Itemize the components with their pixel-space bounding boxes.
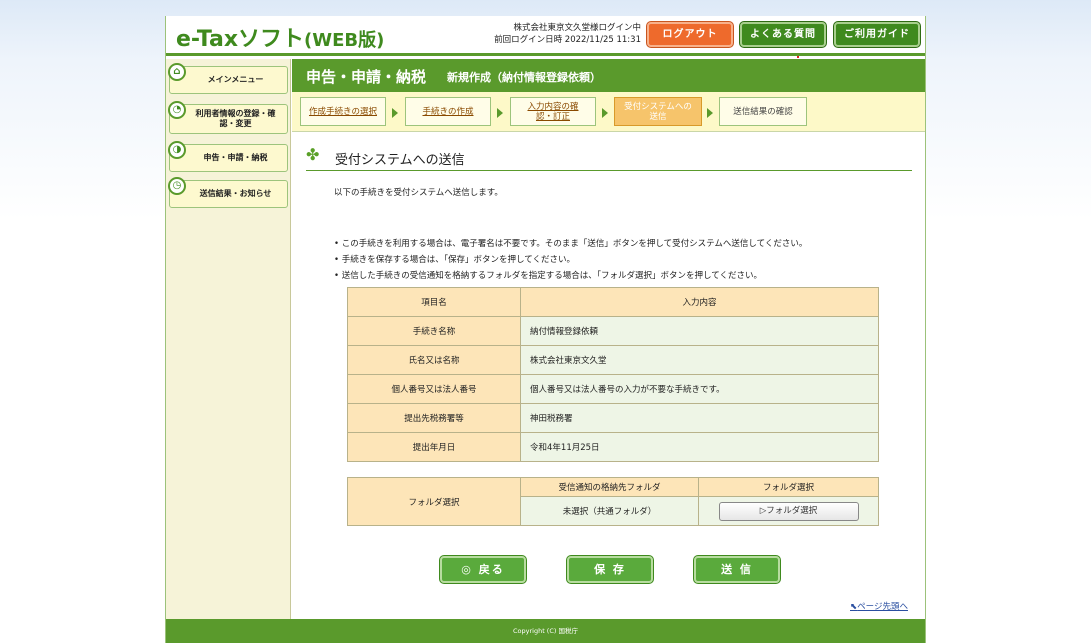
page-title-bar: 申告・申請・納税 新規作成（納付情報登録依頼） (292, 59, 925, 92)
step-select-procedure[interactable]: 作成手続きの選択 (300, 97, 386, 126)
row-key: 氏名又は名称 (347, 345, 521, 375)
intro-text: 以下の手続きを受付システムへ送信します。 (334, 188, 503, 198)
user-icon: ◔ (168, 101, 186, 119)
save-button[interactable]: 保 存 (567, 556, 653, 583)
procedure-info-table: 項目名 入力内容 手続き名称 納付情報登録依頼 氏名又は名称 株式会社東京文久堂… (347, 287, 879, 462)
folder-value: 未選択（共通フォルダ） (520, 496, 699, 526)
last-login: 前回ログイン日時 2022/11/25 11:31 (494, 35, 641, 45)
step-navigation: 作成手続きの選択 手続きの作成 入力内容の確認・訂正 受付システムへの送信 送信… (292, 92, 925, 132)
list-item: 送信した手続きの受信通知を格納するフォルダを指定する場合は、「フォルダ選択」ボタ… (334, 268, 807, 284)
folder-select-button[interactable]: ▷フォルダ選択 (718, 501, 859, 521)
back-button[interactable]: ◎ 戻る (440, 556, 526, 583)
last-login-value: 2022/11/25 11:31 (564, 35, 641, 45)
folder-column-header: 受信通知の格納先フォルダ (520, 477, 699, 497)
select-column-header: フォルダ選択 (698, 477, 879, 497)
sidebar-item-main-menu[interactable]: ⌂ メインメニュー (168, 63, 288, 94)
page-subtitle: 新規作成（納付情報登録依頼） (447, 71, 601, 84)
sidebar-item-label: メインメニュー (207, 75, 264, 84)
send-button[interactable]: 送 信 (694, 556, 780, 583)
clock-icon: ◷ (168, 177, 186, 195)
step-arrow-icon (392, 108, 398, 118)
instruction-list: この手続きを利用する場合は、電子署名は不要です。そのまま「送信」ボタンを押して受… (334, 236, 808, 284)
table-row: 氏名又は名称 株式会社東京文久堂 (347, 345, 879, 375)
row-value: 納付情報登録依頼 (520, 316, 879, 346)
sidebar-item-label: 申告・申請・納税 (203, 153, 268, 162)
page-top-link[interactable]: ⬉ページ先頭へ (850, 600, 908, 612)
header-input-content: 入力内容 (520, 287, 879, 317)
row-key: 提出先税務署等 (347, 403, 521, 433)
row-value: 令和4年11月25日 (520, 432, 879, 462)
step-arrow-icon (602, 108, 608, 118)
row-value: 株式会社東京文久堂 (520, 345, 879, 375)
table-header-row: 項目名 入力内容 (347, 287, 879, 317)
row-value: 神田税務署 (520, 403, 879, 433)
step-send-to-reception: 受付システムへの送信 (614, 97, 702, 126)
etax-logo: e-Taxソフト(WEB版) (176, 21, 384, 53)
sidebar: ⌂ メインメニュー ◔ 利用者情報の登録・確認・変更 ◑ 申告・申請・納税 ◷ … (166, 59, 291, 619)
app-frame: e-Taxソフト(WEB版) 株式会社東京文久堂様ログイン中 前回ログイン日時 … (165, 16, 926, 643)
section-heading: ✤ 受付システムへの送信 (306, 144, 912, 171)
clover-icon: ✤ (306, 145, 320, 164)
document-icon: ◑ (168, 141, 186, 159)
folder-select-label: フォルダ選択 (347, 477, 521, 526)
footer: Copyright (C) 国税庁 (166, 619, 925, 643)
user-info: 株式会社東京文久堂様ログイン中 前回ログイン日時 2022/11/25 11:3… (451, 22, 641, 46)
marker-dot (797, 56, 799, 58)
page-title: 申告・申請・納税 (306, 68, 427, 86)
sidebar-item-label: 利用者情報の登録・確認・変更 (195, 109, 276, 128)
user-guide-button[interactable]: ご利用ガイド (834, 22, 920, 47)
row-key: 個人番号又は法人番号 (347, 374, 521, 404)
logged-in-user: 株式会社東京文久堂様ログイン中 (513, 23, 641, 33)
sidebar-item-results[interactable]: ◷ 送信結果・お知らせ (168, 177, 288, 208)
home-icon: ⌂ (168, 63, 186, 81)
row-key: 提出年月日 (347, 432, 521, 462)
header: e-Taxソフト(WEB版) 株式会社東京文久堂様ログイン中 前回ログイン日時 … (166, 16, 925, 58)
step-confirm-input[interactable]: 入力内容の確認・訂正 (510, 97, 596, 126)
header-item-name: 項目名 (347, 287, 521, 317)
logo-version: (WEB版) (304, 30, 385, 51)
table-row: 手続き名称 納付情報登録依頼 (347, 316, 879, 346)
list-item: この手続きを利用する場合は、電子署名は不要です。そのまま「送信」ボタンを押して受… (334, 236, 808, 252)
section-title: 受付システムへの送信 (335, 153, 465, 168)
list-item: 手続きを保存する場合は、「保存」ボタンを押してください。 (334, 252, 807, 268)
row-key: 手続き名称 (347, 316, 521, 346)
sidebar-item-filing[interactable]: ◑ 申告・申請・納税 (168, 141, 288, 172)
main-content: 申告・申請・納税 新規作成（納付情報登録依頼） 作成手続きの選択 手続きの作成 … (292, 59, 925, 619)
faq-button[interactable]: よくある質問 (740, 22, 826, 47)
step-arrow-icon (497, 108, 503, 118)
sidebar-item-label: 送信結果・お知らせ (199, 189, 272, 198)
step-create-procedure[interactable]: 手続きの作成 (405, 97, 491, 126)
logo-main: e-Taxソフト (176, 27, 305, 52)
table-row: 個人番号又は法人番号 個人番号又は法人番号の入力が不要な手続きです。 (347, 374, 879, 404)
table-row: 提出先税務署等 神田税務署 (347, 403, 879, 433)
sidebar-item-user-info[interactable]: ◔ 利用者情報の登録・確認・変更 (168, 101, 288, 134)
folder-button-cell: ▷フォルダ選択 (698, 496, 879, 526)
folder-select-table: フォルダ選択 受信通知の格納先フォルダ フォルダ選択 未選択（共通フォルダ） ▷… (347, 477, 879, 526)
step-arrow-icon (707, 108, 713, 118)
table-row: 提出年月日 令和4年11月25日 (347, 432, 879, 462)
table-row: フォルダ選択 受信通知の格納先フォルダ フォルダ選択 (347, 477, 879, 526)
logout-button[interactable]: ログアウト (647, 22, 733, 47)
step-confirm-result: 送信結果の確認 (719, 97, 807, 126)
row-value: 個人番号又は法人番号の入力が不要な手続きです。 (520, 374, 879, 404)
